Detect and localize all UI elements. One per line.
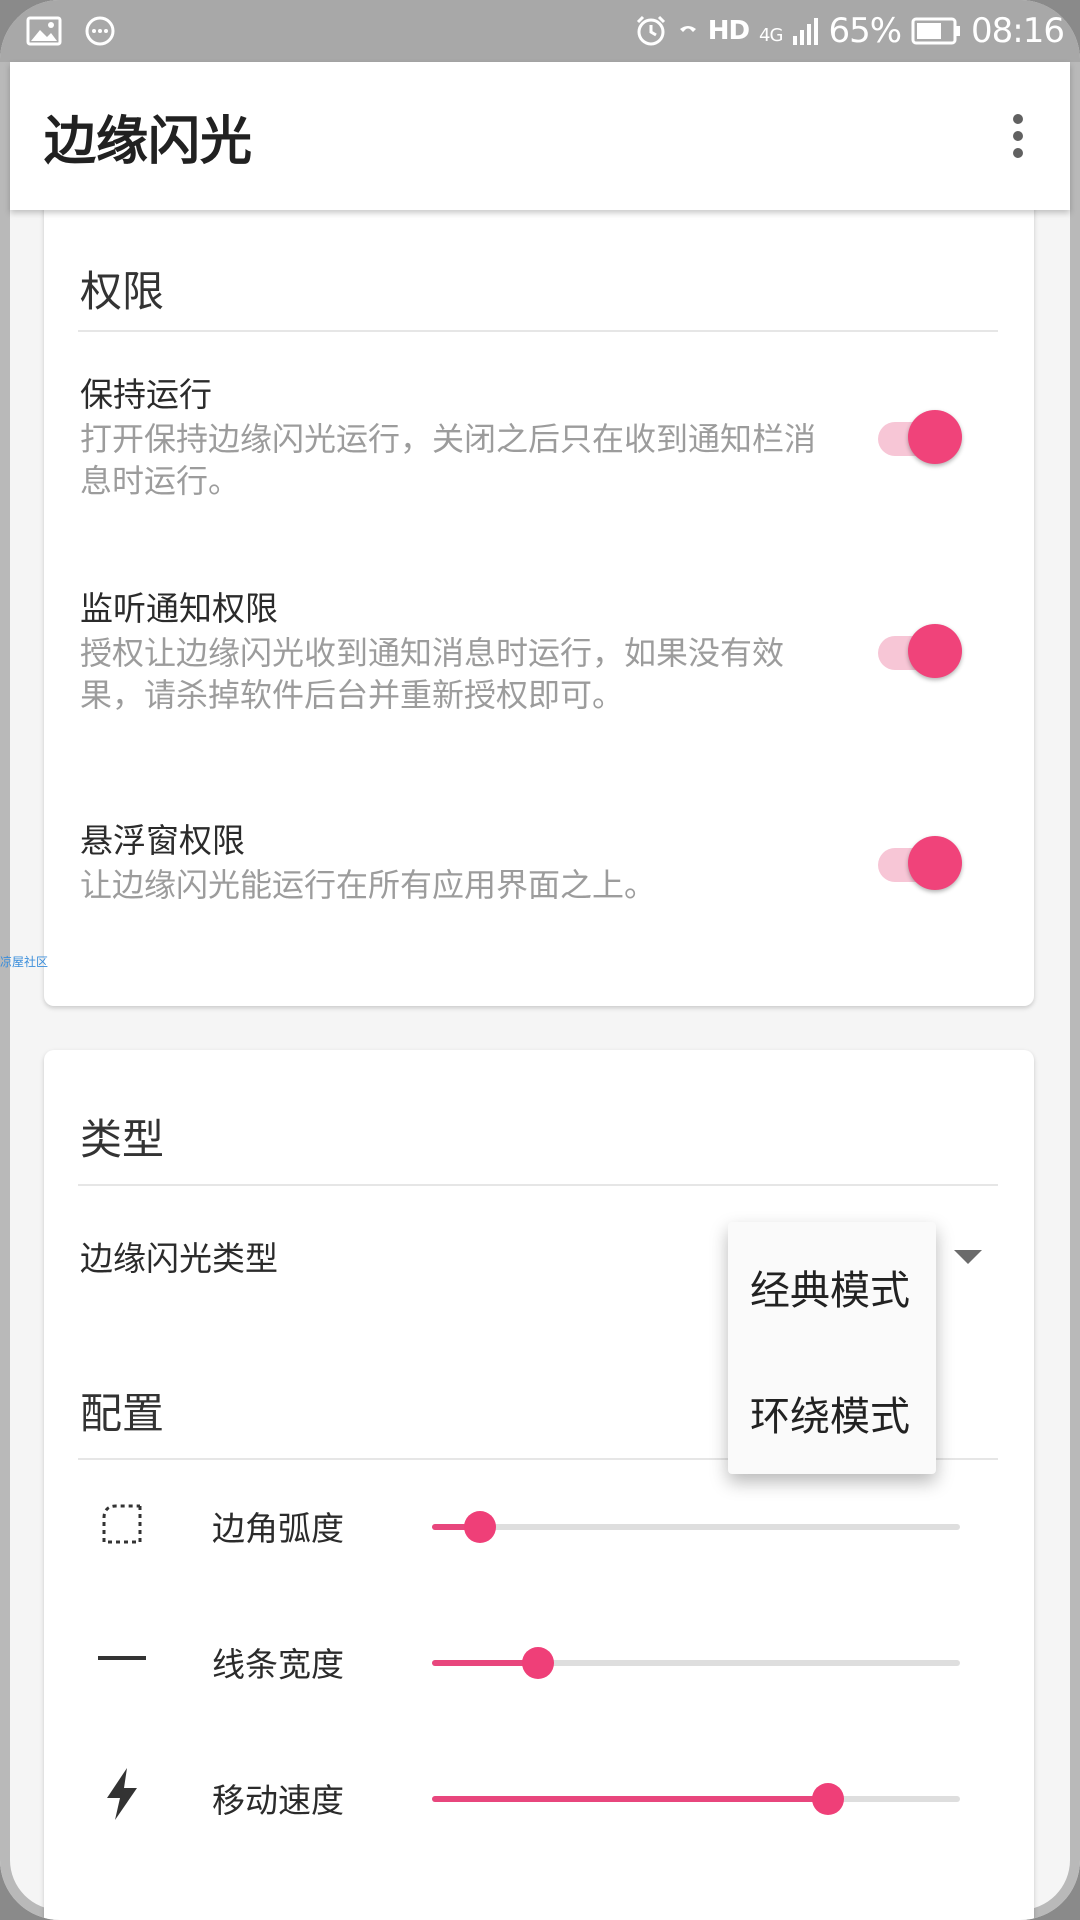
pref-overlay-summary: 让边缘闪光能运行在所有应用界面之上。 (80, 866, 657, 904)
battery-icon (911, 17, 961, 45)
status-bar: HD 4G 65% 08:16 (0, 0, 1080, 62)
dropdown-option-classic[interactable]: 经典模式 (750, 1258, 910, 1316)
clock: 08:16 (971, 11, 1065, 51)
lightning-bolt-icon (96, 1768, 148, 1820)
signal-icon (792, 16, 819, 46)
hd-call-icon (678, 23, 698, 39)
rounded-corner-icon (96, 1498, 148, 1550)
chevron-down-icon[interactable] (954, 1250, 982, 1264)
move-speed-thumb[interactable] (812, 1783, 844, 1815)
pref-notification-title: 监听通知权限 (80, 589, 278, 628)
permissions-title: 权限 (80, 267, 165, 316)
phone-screen: HD 4G 65% 08:16 边缘闪光 权限 保持运行 打开保持边缘闪光运行，… (0, 0, 1080, 1920)
dropdown-option-surround[interactable]: 环绕模式 (750, 1384, 910, 1442)
line-width-icon (96, 1632, 148, 1684)
pref-notification-summary: 授权让边缘闪光收到通知消息时运行，如果没有效果，请杀掉软件后台并重新授权即可。 (80, 634, 785, 714)
permissions-card: 权限 保持运行 打开保持边缘闪光运行，关闭之后只在收到通知栏消息时运行。 监听通… (44, 210, 1034, 1006)
permissions-divider (78, 330, 998, 332)
line-width-slider[interactable] (432, 1647, 960, 1679)
move-speed-fill (432, 1796, 828, 1802)
move-speed-slider[interactable] (432, 1783, 960, 1815)
network-label: 4G (759, 25, 783, 46)
app-bar: 边缘闪光 (10, 62, 1070, 210)
image-icon (26, 16, 62, 46)
move-speed-label: 移动速度 (212, 1781, 344, 1820)
type-title: 类型 (80, 1115, 165, 1164)
line-width-label: 线条宽度 (212, 1645, 344, 1684)
corner-radius-thumb[interactable] (463, 1511, 496, 1543)
keep-running-switch[interactable] (872, 404, 962, 464)
pref-keep-running-title: 保持运行 (80, 375, 212, 414)
flash-type-dropdown: 经典模式 环绕模式 (728, 1222, 936, 1474)
flash-type-label: 边缘闪光类型 (80, 1239, 278, 1278)
pref-overlay-title: 悬浮窗权限 (80, 821, 245, 860)
pref-keep-running-summary: 打开保持边缘闪光运行，关闭之后只在收到通知栏消息时运行。 (80, 420, 817, 500)
hd-label: HD (707, 16, 750, 46)
corner-radius-slider[interactable] (432, 1511, 960, 1543)
watermark: 凉屋社区 (0, 955, 49, 969)
overflow-menu-icon[interactable] (988, 106, 1048, 166)
notification-permission-switch[interactable] (872, 618, 962, 678)
corner-radius-label: 边角弧度 (212, 1509, 344, 1548)
settings-content[interactable]: 权限 保持运行 打开保持边缘闪光运行，关闭之后只在收到通知栏消息时运行。 监听通… (10, 210, 1070, 1920)
chat-bubble-icon (84, 15, 116, 47)
line-width-thumb[interactable] (521, 1647, 554, 1679)
type-config-card: 类型 边缘闪光类型 配置 边角弧度 线条宽度 移动速度 (44, 1050, 1034, 1920)
app-title: 边缘闪光 (44, 111, 253, 172)
type-divider (78, 1184, 998, 1186)
alarm-icon (634, 14, 668, 48)
battery-percent: 65% (828, 11, 902, 51)
overlay-permission-switch[interactable] (872, 830, 962, 890)
config-title: 配置 (80, 1389, 165, 1438)
